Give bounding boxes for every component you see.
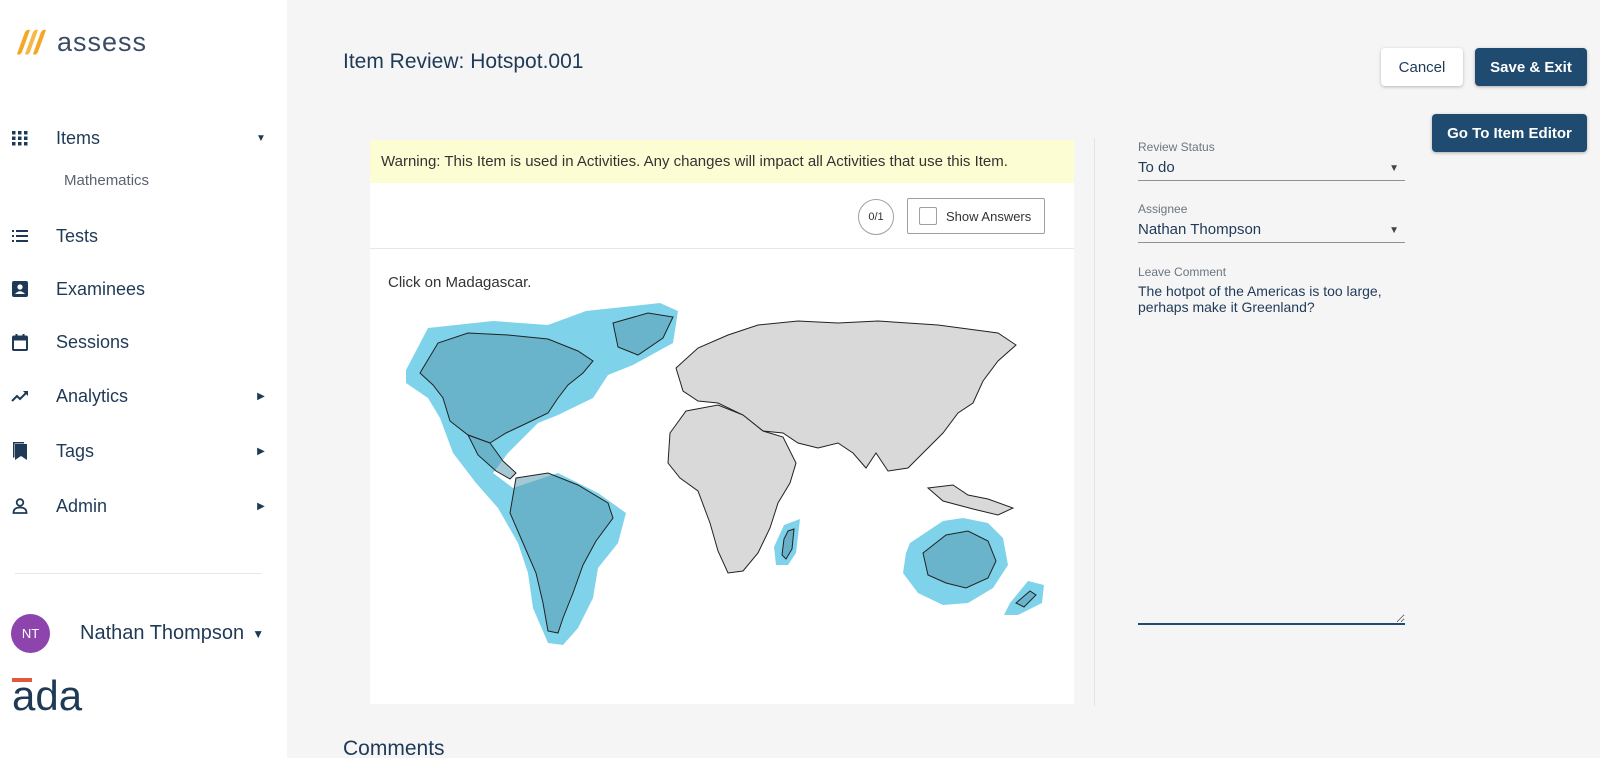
assess-logo-icon bbox=[17, 29, 46, 55]
bookmarks-icon bbox=[11, 442, 29, 460]
world-map[interactable] bbox=[398, 303, 1058, 653]
show-answers-checkbox[interactable] bbox=[919, 207, 937, 225]
sidebar-item-label: Tests bbox=[56, 225, 99, 246]
sidebar-subitem-mathematics[interactable]: Mathematics bbox=[64, 172, 149, 189]
review-status-value: To do bbox=[1138, 159, 1175, 176]
comment-textarea[interactable]: The hotpot of the Americas is too large,… bbox=[1138, 283, 1405, 625]
contact-card-icon bbox=[11, 280, 29, 298]
sidebar-item-tags[interactable]: Tags ▶ bbox=[0, 431, 287, 471]
caret-right-icon: ▶ bbox=[257, 445, 265, 457]
sidebar-item-label: Analytics bbox=[56, 385, 129, 406]
caret-down-icon: ▼ bbox=[252, 626, 265, 641]
user-name: Nathan Thompson bbox=[80, 622, 245, 644]
dropdown-caret-icon: ▼ bbox=[1389, 225, 1399, 236]
sidebar-item-label: Items bbox=[56, 127, 101, 148]
show-answers-toggle[interactable]: Show Answers bbox=[907, 198, 1045, 234]
go-to-item-editor-button[interactable]: Go To Item Editor bbox=[1432, 114, 1587, 152]
dropdown-caret-icon: ▼ bbox=[1389, 163, 1399, 174]
trending-up-icon bbox=[11, 387, 29, 405]
southeast-asia-islands-shape bbox=[926, 484, 1015, 516]
review-status-select[interactable]: To do ▼ bbox=[1138, 159, 1405, 181]
question-area: Click on Madagascar. bbox=[370, 249, 1074, 704]
sidebar-item-examinees[interactable]: Examinees bbox=[0, 269, 287, 309]
item-toolbar: 0/1 Show Answers bbox=[370, 183, 1074, 249]
warning-banner: Warning: This Item is used in Activities… bbox=[370, 140, 1074, 183]
sidebar-item-tests[interactable]: Tests bbox=[0, 216, 287, 256]
save-exit-button[interactable]: Save & Exit bbox=[1475, 48, 1587, 86]
calendar-icon bbox=[11, 333, 29, 351]
person-icon bbox=[11, 497, 29, 515]
assess-logo[interactable]: assess bbox=[15, 27, 147, 57]
sidebar: assess Items ▼ Mathematics Tests Examine… bbox=[0, 0, 287, 758]
review-status-label: Review Status bbox=[1138, 140, 1215, 154]
leave-comment-label: Leave Comment bbox=[1138, 265, 1227, 279]
app-name: assess bbox=[57, 26, 148, 57]
show-answers-label: Show Answers bbox=[946, 208, 1032, 224]
list-icon bbox=[11, 227, 29, 245]
ada-logo: ada bbox=[12, 672, 92, 721]
sidebar-item-label: Examinees bbox=[56, 278, 146, 299]
caret-right-icon: ▶ bbox=[257, 390, 265, 402]
sidebar-item-label: Admin bbox=[56, 495, 108, 516]
caret-down-icon: ▼ bbox=[256, 132, 266, 144]
page-title: Item Review: Hotspot.001 bbox=[343, 50, 584, 73]
assignee-value: Nathan Thompson bbox=[1138, 221, 1262, 238]
question-prompt: Click on Madagascar. bbox=[388, 274, 532, 291]
user-menu[interactable]: NT Nathan Thompson ▼ bbox=[11, 614, 264, 653]
sidebar-item-label: Sessions bbox=[56, 331, 130, 352]
grid-icon bbox=[11, 129, 29, 147]
caret-right-icon: ▶ bbox=[257, 500, 265, 512]
sidebar-item-sessions[interactable]: Sessions bbox=[0, 322, 287, 362]
comments-heading: Comments bbox=[343, 737, 445, 758]
score-badge: 0/1 bbox=[858, 199, 894, 235]
sidebar-item-analytics[interactable]: Analytics ▶ bbox=[0, 376, 287, 416]
cancel-button[interactable]: Cancel bbox=[1381, 48, 1463, 86]
panel-divider bbox=[1094, 138, 1095, 706]
assignee-label: Assignee bbox=[1138, 202, 1188, 216]
sidebar-divider bbox=[15, 573, 261, 574]
sidebar-item-admin[interactable]: Admin ▶ bbox=[0, 486, 287, 526]
avatar: NT bbox=[11, 614, 50, 653]
sidebar-item-label: Tags bbox=[56, 440, 95, 461]
assignee-select[interactable]: Nathan Thompson ▼ bbox=[1138, 221, 1405, 243]
sidebar-item-items[interactable]: Items ▼ bbox=[0, 118, 287, 158]
